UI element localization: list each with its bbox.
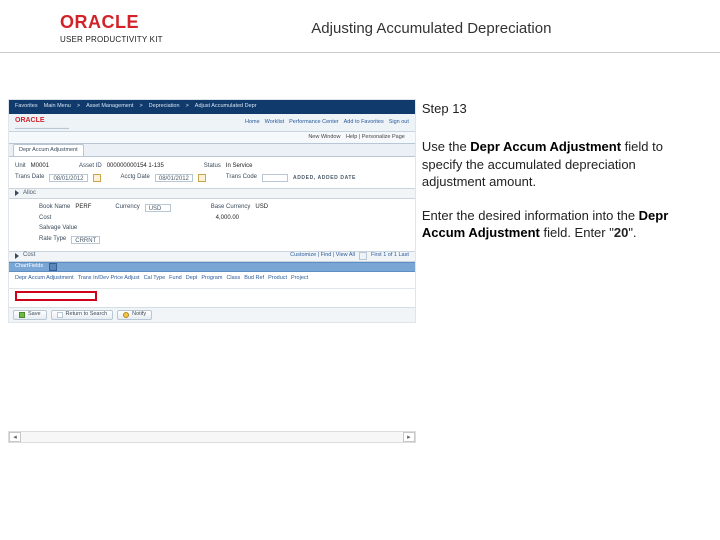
save-icon [19, 312, 25, 318]
scroll-right-arrow[interactable]: ▸ [403, 432, 415, 442]
col-header[interactable]: Cal Type [144, 275, 166, 282]
page-header: ORACLE USER PRODUCTIVITY KIT Adjusting A… [0, 0, 720, 53]
section-cost-label: Cost [23, 252, 35, 260]
ratetype-input[interactable]: CRRNT [71, 236, 100, 244]
col-header[interactable]: Trans In/Dev Price Adjust [78, 275, 140, 282]
header-link[interactable]: Sign out [389, 119, 409, 126]
chartfields-label: ChartFields [15, 263, 43, 270]
unit-label: Unit [15, 163, 26, 171]
horizontal-scrollbar[interactable]: ◂ ▸ [8, 431, 416, 443]
return-to-search-button[interactable]: Return to Search [51, 310, 114, 320]
breadcrumb-item[interactable]: Adjust Accumulated Depr [195, 103, 257, 110]
notify-icon [123, 312, 129, 318]
chevron-right-icon [15, 190, 19, 196]
assetid-value: 000000000154 1-135 [107, 163, 164, 171]
scroll-track[interactable] [21, 432, 403, 442]
help-personalize[interactable]: Help | Personalize Page [346, 134, 405, 140]
grid-row [9, 289, 415, 307]
header-link[interactable]: Home [245, 119, 260, 126]
acctdate-input[interactable]: 08/01/2012 [155, 174, 193, 182]
breadcrumb-item[interactable]: Favorites [15, 103, 38, 110]
breadcrumb-item[interactable]: Asset Management [86, 103, 133, 110]
chartfields-strip: ChartFields [9, 262, 415, 272]
grid-customize-links[interactable]: Customize | Find | View All [290, 252, 355, 259]
save-label: Save [28, 311, 41, 318]
col-header[interactable]: Depr Accum Adjustment [15, 275, 74, 282]
calendar-icon[interactable] [198, 174, 206, 182]
notify-button[interactable]: Notify [117, 310, 152, 320]
notify-label: Notify [132, 311, 146, 318]
currency-input[interactable]: USD [145, 204, 171, 212]
step-number: Step 13 [422, 101, 680, 116]
cost-label: Cost [39, 215, 51, 223]
section-alloc[interactable]: Alloc [9, 188, 415, 199]
col-header[interactable]: Product [268, 275, 287, 282]
expand-icon[interactable] [49, 263, 57, 271]
app-header-links: Home Worklist Performance Center Add to … [245, 119, 409, 126]
transcode-input[interactable] [262, 174, 288, 182]
brand-subtitle: USER PRODUCTIVITY KIT [60, 35, 163, 44]
new-window-link[interactable]: New Window [308, 134, 340, 140]
calendar-icon[interactable] [93, 174, 101, 182]
content-area: Favorites Main Menu> Asset Management> D… [0, 53, 720, 443]
transcode-hint: ADDED, ADDED DATE [293, 175, 356, 182]
salvage-label: Salvage Value [39, 225, 77, 233]
col-header[interactable]: Bud Ref [244, 275, 264, 282]
alloc-body: Book Name PERF Currency USD Base Currenc… [9, 199, 415, 251]
col-header[interactable]: Fund [169, 275, 182, 282]
col-header[interactable]: Class [226, 275, 240, 282]
brand-block: ORACLE USER PRODUCTIVITY KIT [60, 12, 163, 44]
header-link[interactable]: Performance Center [289, 119, 339, 126]
assetid-label: Asset ID [79, 163, 102, 171]
instruction-paragraph-2: Enter the desired information into the D… [422, 207, 680, 242]
input-value-emphasis: 20 [614, 225, 628, 240]
app-tabbar: Depr Accum Adjustment [9, 143, 415, 157]
app-logobar: ORACLE Home Worklist Performance Center … [9, 114, 415, 132]
instruction-panel: Step 13 Use the Depr Accum Adjustment fi… [422, 99, 680, 443]
bookname-label: Book Name [39, 204, 70, 212]
page-title: Adjusting Accumulated Depreciation [203, 20, 660, 37]
scroll-left-arrow[interactable]: ◂ [9, 432, 21, 442]
transdate-input[interactable]: 08/01/2012 [49, 174, 87, 182]
breadcrumb-item[interactable]: Depreciation [149, 103, 180, 110]
status-label: Status [204, 163, 221, 171]
page-action-bar: Save Return to Search Notify [9, 307, 415, 322]
ratetype-label: Rate Type [39, 236, 66, 244]
search-icon [57, 312, 63, 318]
form-header: Unit M0001 Asset ID 000000000154 1-135 S… [9, 157, 415, 188]
col-header[interactable]: Dept [186, 275, 198, 282]
transcode-label: Trans Code [226, 174, 257, 182]
return-label: Return to Search [66, 311, 108, 318]
depr-accum-adjustment-field[interactable] [15, 291, 97, 301]
acctdate-label: Acctg Date [121, 174, 150, 182]
grid-column-headers: Depr Accum Adjustment Trans In/Dev Price… [9, 272, 415, 289]
header-link[interactable]: Worklist [265, 119, 284, 126]
save-button[interactable]: Save [13, 310, 47, 320]
unit-value: M0001 [31, 163, 49, 171]
grid-nav[interactable]: First 1 of 1 Last [371, 252, 409, 259]
app-breadcrumb-bar: Favorites Main Menu> Asset Management> D… [9, 100, 415, 114]
brand-logo: ORACLE [60, 12, 139, 33]
status-value: In Service [226, 163, 253, 171]
app-screenshot: Favorites Main Menu> Asset Management> D… [8, 99, 416, 443]
section-cost[interactable]: Cost Customize | Find | View All First 1… [9, 251, 415, 262]
field-name-emphasis: Depr Accum Adjustment [470, 139, 621, 154]
col-header[interactable]: Project [291, 275, 308, 282]
app-logo: ORACLE [15, 116, 69, 125]
chevron-right-icon [15, 253, 19, 259]
tab-depr-accum-adjustment[interactable]: Depr Accum Adjustment [13, 144, 84, 156]
cost-value: 4,000.00 [216, 215, 239, 223]
basecurrency-value: USD [255, 204, 268, 212]
section-alloc-label: Alloc [23, 190, 36, 198]
currency-label: Currency [115, 204, 139, 212]
app-user-links: New Window Help | Personalize Page [9, 132, 415, 143]
app-window: Favorites Main Menu> Asset Management> D… [8, 99, 416, 323]
header-link[interactable]: Add to Favorites [344, 119, 384, 126]
basecurrency-label: Base Currency [211, 204, 251, 212]
instruction-paragraph-1: Use the Depr Accum Adjustment field to s… [422, 138, 680, 191]
bookname-value: PERF [75, 204, 91, 212]
breadcrumb-item[interactable]: Main Menu [44, 103, 71, 110]
col-header[interactable]: Program [201, 275, 222, 282]
transdate-label: Trans Date [15, 174, 44, 182]
